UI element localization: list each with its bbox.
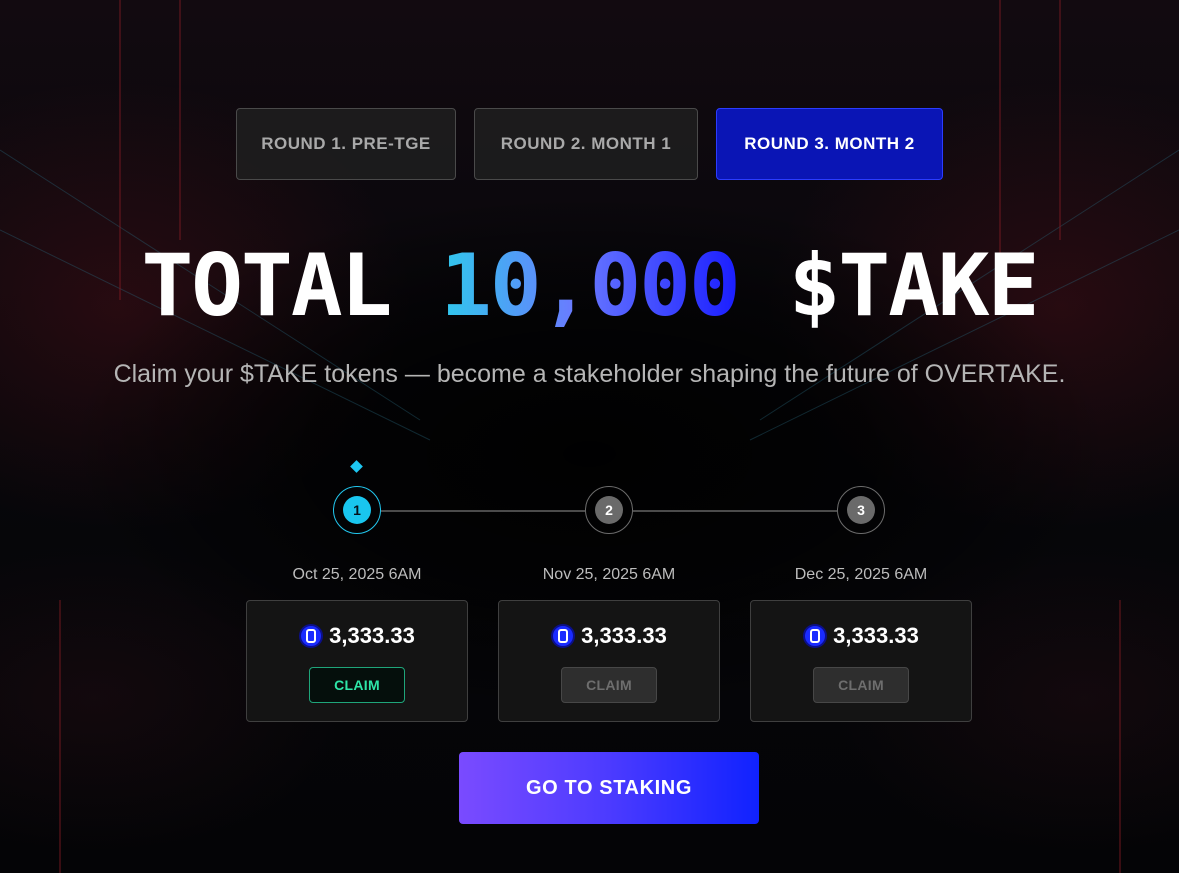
tab-round-3[interactable]: ROUND 3. MONTH 2 — [716, 108, 943, 180]
claim-button-2[interactable]: CLAIM — [561, 667, 657, 703]
card-1-amount: 3,333.33 — [329, 623, 415, 648]
card-2-amount-row: 3,333.33 — [499, 623, 719, 649]
overtake-coin-icon — [803, 624, 828, 648]
round-tabs: ROUND 1. PRE-TGE ROUND 2. MONTH 1 ROUND … — [0, 108, 1179, 180]
step-2: 2 — [585, 486, 633, 534]
step-1-date: Oct 25, 2025 6AM — [292, 566, 422, 583]
tab-round-2[interactable]: ROUND 2. MONTH 1 — [474, 108, 698, 180]
claim-button-3[interactable]: CLAIM — [813, 667, 909, 703]
overtake-coin-icon — [299, 624, 324, 648]
page-title: TOTAL 10,000 $TAKE — [0, 236, 1179, 336]
claim-card-1: 3,333.33 CLAIM — [246, 600, 468, 722]
go-to-staking-button[interactable]: GO TO STAKING — [459, 752, 759, 824]
step-connector-2 — [633, 510, 837, 512]
card-3-amount-row: 3,333.33 — [751, 623, 971, 649]
step-1-number: 1 — [343, 496, 371, 524]
card-3-amount: 3,333.33 — [833, 623, 919, 648]
step-3-date: Dec 25, 2025 6AM — [794, 566, 928, 583]
step-3: 3 — [837, 486, 885, 534]
page-subtitle: Claim your $TAKE tokens — become a stake… — [113, 360, 1066, 388]
claim-card-3: 3,333.33 CLAIM — [750, 600, 972, 722]
title-prefix: TOTAL — [141, 236, 441, 336]
title-amount: 10,000 — [440, 236, 741, 336]
claim-card-2: 3,333.33 CLAIM — [498, 600, 720, 722]
claim-button-1[interactable]: CLAIM — [309, 667, 405, 703]
overtake-coin-icon — [551, 624, 576, 648]
tab-round-1[interactable]: ROUND 1. PRE-TGE — [236, 108, 456, 180]
card-1-amount-row: 3,333.33 — [247, 623, 467, 649]
title-suffix: $TAKE — [738, 236, 1040, 336]
card-2-amount: 3,333.33 — [581, 623, 667, 648]
step-2-number: 2 — [595, 496, 623, 524]
step-3-number: 3 — [847, 496, 875, 524]
step-1: 1 — [333, 486, 381, 534]
step-2-date: Nov 25, 2025 6AM — [542, 566, 676, 583]
step-connector-1 — [381, 510, 585, 512]
